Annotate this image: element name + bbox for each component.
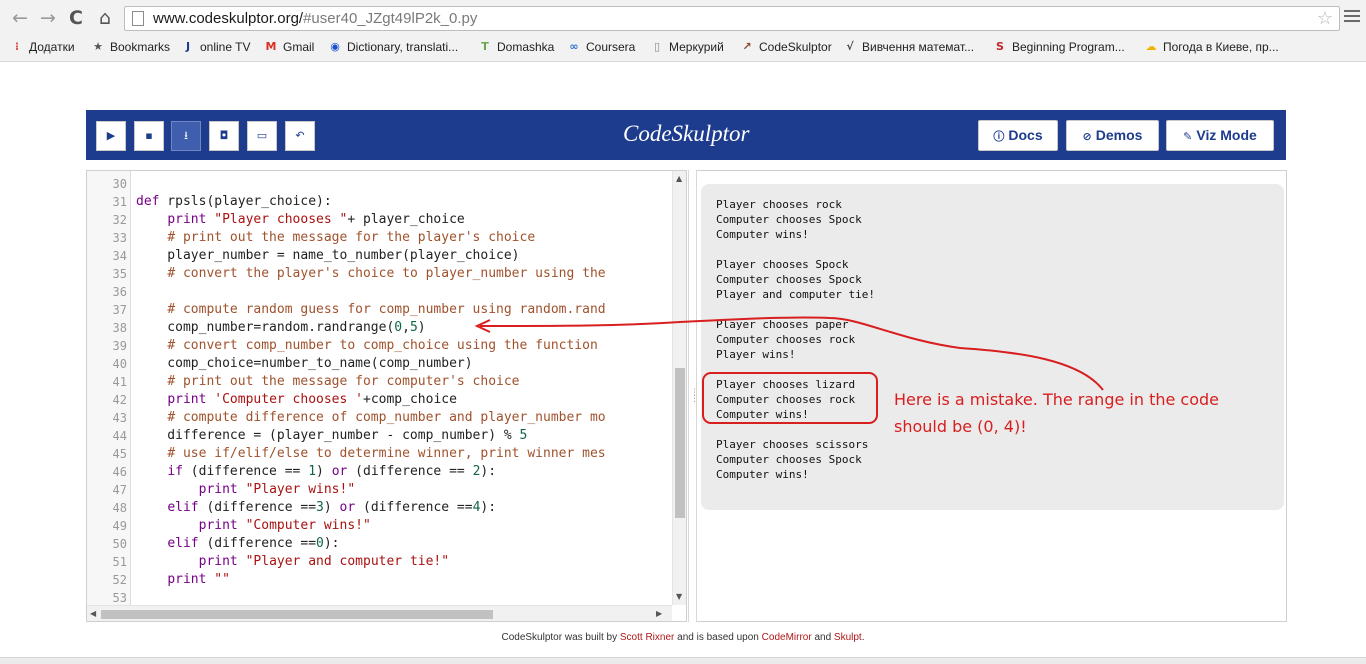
annotation-highlight-box	[702, 372, 878, 424]
annotation-arrow-line	[479, 316, 1104, 391]
annotation-note: Here is a mistake. The range in the code…	[894, 386, 1254, 440]
annotation-line-2: should be (0, 4)!	[894, 417, 1027, 436]
annotation-overlay	[474, 316, 1104, 424]
page-footer: CodeSkulptor was built by Scott Rixner a…	[501, 632, 865, 643]
annotation-line-1: Here is a mistake. The range in the code	[894, 390, 1219, 409]
author-link[interactable]: Scott Rixner	[620, 632, 674, 643]
skulpt-link[interactable]: Skulpt	[834, 632, 862, 643]
codemirror-link[interactable]: CodeMirror	[762, 632, 812, 643]
bottom-scroll-strip	[0, 657, 1366, 664]
